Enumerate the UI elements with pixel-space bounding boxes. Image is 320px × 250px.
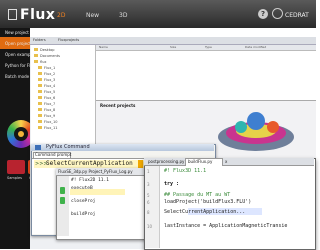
tree-row[interactable]: Flux_5	[38, 90, 55, 94]
tree-row[interactable]: flux	[34, 60, 47, 64]
samples-button[interactable]	[7, 160, 25, 174]
tree-row[interactable]: Flux_7	[38, 102, 55, 106]
line-number: 5	[147, 193, 150, 198]
tab-folders[interactable]: Folders	[33, 38, 46, 42]
line-number: 8	[147, 210, 150, 215]
code-line[interactable]: #! Flux2D 11.1	[71, 178, 109, 183]
file-list	[96, 45, 316, 100]
line-number: 10	[147, 224, 153, 229]
column-header-type[interactable]: Type	[205, 45, 212, 49]
nav-3d-tab[interactable]: 3D	[119, 12, 127, 19]
model-rotor	[247, 112, 265, 130]
line-number-gutter	[145, 166, 160, 248]
code-line[interactable]: lastInstance = ApplicationMagneticTransi…	[164, 223, 287, 229]
column-header-size[interactable]: Size	[170, 45, 176, 49]
code-line[interactable]: try :	[164, 181, 179, 187]
help-icon[interactable]: ?	[258, 9, 268, 19]
tree-row[interactable]: Flux_3	[38, 78, 55, 82]
run-indicator-icon	[60, 197, 65, 204]
spiral-dot	[18, 131, 24, 137]
tree-row[interactable]: Flux_6	[38, 96, 55, 100]
model-coil	[267, 121, 279, 133]
sidebar-item-new-project[interactable]: New project	[5, 30, 29, 35]
command-input[interactable]: SelectCurrentApplication	[46, 160, 133, 167]
3d-model-preview	[218, 112, 294, 151]
pyflux-window-icon	[35, 145, 41, 150]
column-header-date[interactable]: Date modified	[245, 45, 266, 49]
code-line[interactable]: ## Passage du MT au WT	[164, 192, 230, 198]
close-tab-icon[interactable]: x	[225, 159, 227, 164]
sidebar-item-batch[interactable]: Batch mode	[5, 74, 29, 79]
tree-row[interactable]: Desktop	[34, 48, 54, 52]
column-header-name[interactable]: Name	[99, 45, 108, 49]
logo-text: Flux	[20, 7, 56, 23]
tab-buildflux[interactable]: buildFlux.py	[188, 159, 212, 164]
code-line[interactable]: buildProj	[71, 212, 95, 217]
line-number: 3	[147, 182, 150, 187]
line-number: 6	[147, 200, 150, 205]
run-indicator-icon	[60, 187, 65, 194]
sidebar-item-open-project[interactable]: Open project	[5, 41, 31, 46]
line-number-gutter	[57, 176, 69, 236]
code-line[interactable]: loadProject('buildFlux3.FLU')	[164, 199, 251, 205]
tree-row[interactable]: Flux_4	[38, 84, 55, 88]
nav-2d-tab[interactable]: 2D	[57, 12, 65, 19]
model-coil	[235, 121, 247, 133]
cedrat-text: CEDRAT	[285, 12, 309, 19]
tab-command-prompt-label: Command prompt	[35, 152, 72, 157]
tree-row[interactable]: Flux_10	[38, 120, 57, 124]
samples-label: Samples	[7, 176, 22, 180]
tree-row[interactable]: Flux_11	[38, 126, 57, 130]
pyflux-title: PyFlux Command	[46, 144, 90, 150]
flux-logo: Flux	[8, 7, 55, 23]
tree-row[interactable]: Flux_9	[38, 114, 55, 118]
code-line[interactable]: #! Flux3D 11.1	[164, 168, 206, 174]
code-line[interactable]: executeB	[71, 186, 93, 191]
preview-title: Recent projects	[100, 103, 136, 108]
line-number: 1	[147, 169, 150, 174]
tab-fluxprojects[interactable]: Fluxprojects	[58, 38, 79, 42]
cedrat-logo: CEDRAT	[272, 8, 309, 19]
tree-row[interactable]: Flux_1	[38, 66, 55, 70]
code-line[interactable]: SelectCurrentApplication...	[164, 209, 245, 215]
tree-row[interactable]: Documents	[34, 54, 60, 58]
tab-postprocessing[interactable]: postprocessing.py	[148, 159, 184, 164]
tree-row[interactable]: Flux_2	[38, 72, 55, 76]
text-cursor	[138, 160, 143, 168]
tree-row[interactable]: Flux_8	[38, 108, 55, 112]
nav-new-tab[interactable]: New	[86, 12, 99, 19]
editor-tabs-label[interactable]: FluxSE_3dp.py Project_PyFlux_Log.py	[58, 169, 133, 174]
code-line[interactable]: closeProj	[71, 199, 95, 204]
